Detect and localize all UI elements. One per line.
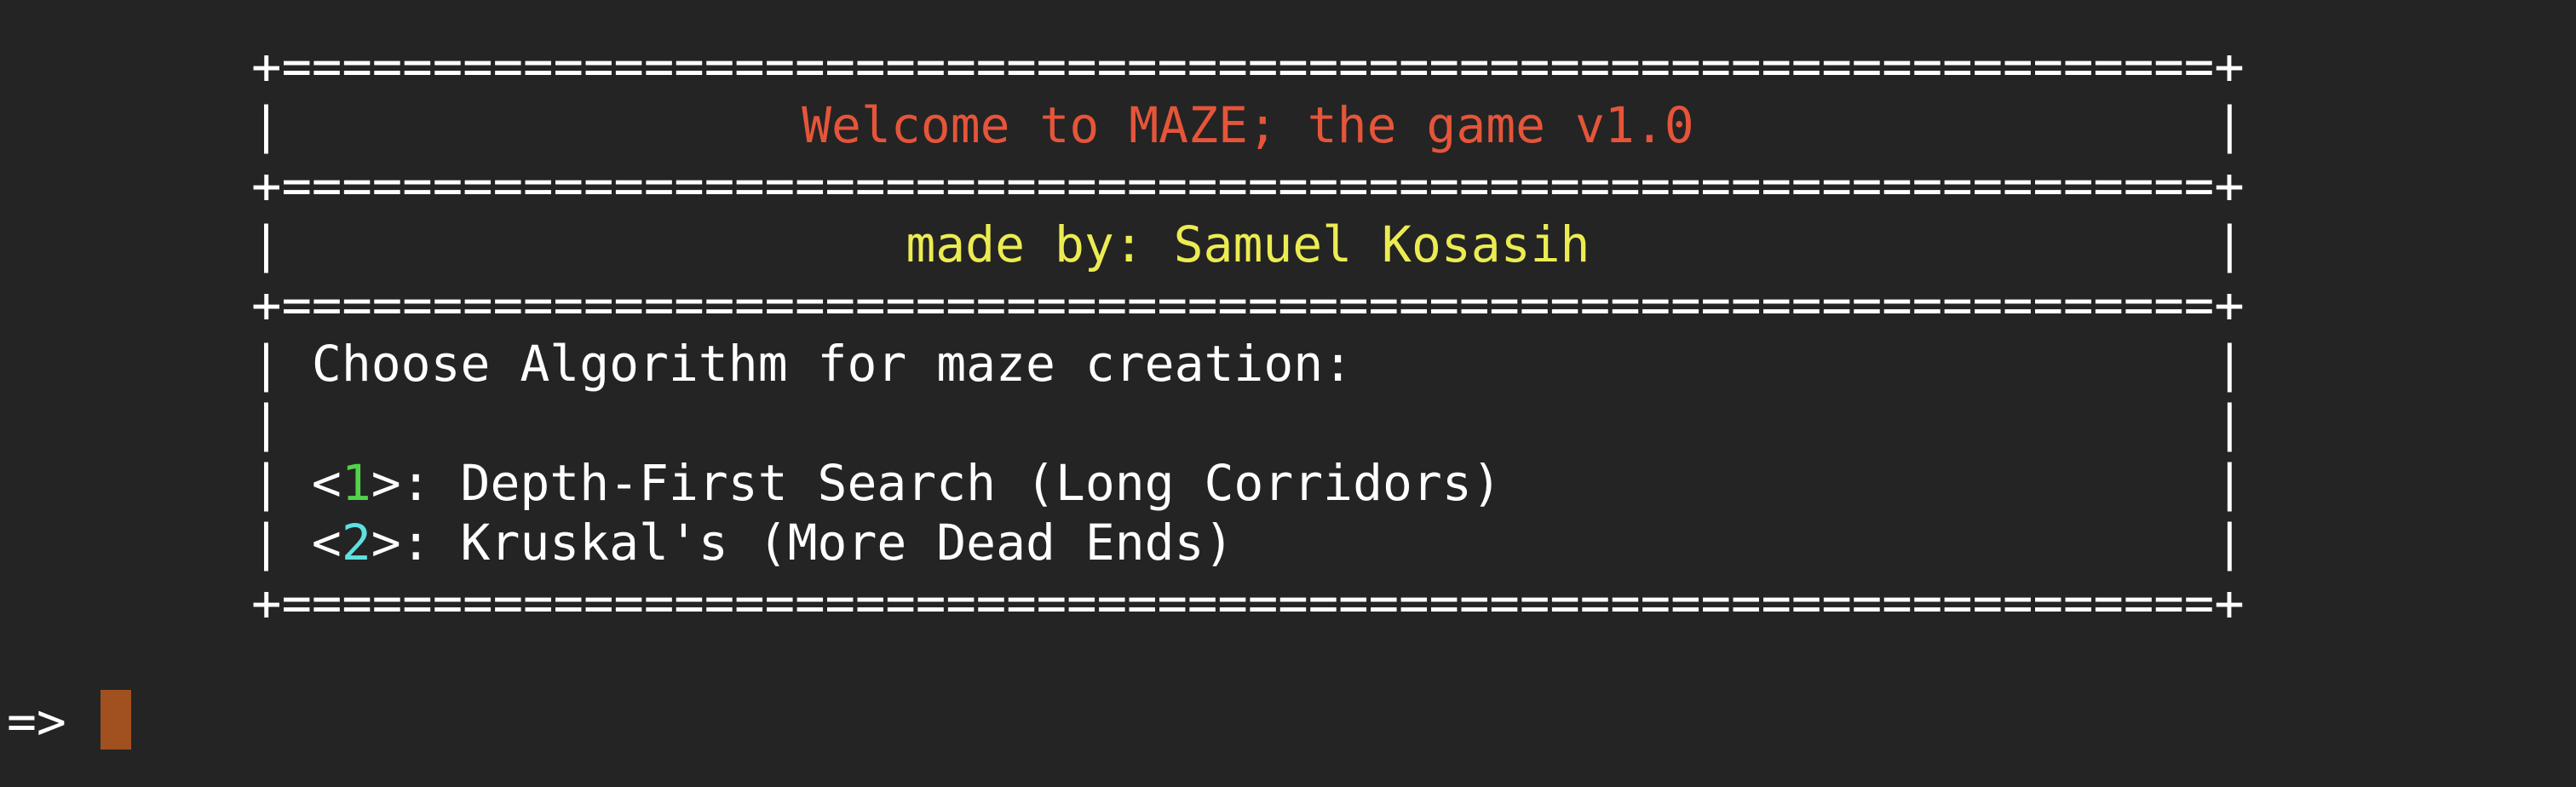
row-left-edge: | [251,335,281,393]
row-right-edge: | [2214,454,2245,512]
terminal-window: +=======================================… [0,0,2576,787]
row-left-edge: | [251,96,281,154]
box-border-bottom: +=======================================… [251,574,2245,632]
author-credit: made by: Samuel Kosasih [906,215,1590,273]
option-2-text: <2>: Kruskal's (More Dead Ends) [281,513,2215,572]
row-right-edge: | [2214,514,2245,572]
menu-heading-row: | Choose Algorithm for maze creation: | [251,334,2245,394]
box-border-top: +=======================================… [251,37,2245,95]
author-row: | made by: Samuel Kosasih | [251,215,2245,274]
row-left-edge: | [251,215,281,273]
option-1-text: <1>: Depth-First Search (Long Corridors) [281,453,2215,513]
row-right-edge: | [2214,96,2245,154]
box-border-title: +=======================================… [251,157,2245,215]
option-1-key: 1 [341,454,371,512]
option-1-open: < [311,454,342,512]
option-2-key: 2 [341,514,371,572]
row-right-edge: | [2214,215,2245,273]
option-2-label: : Kruskal's (More Dead Ends) [400,514,1234,572]
title-row: | Welcome to MAZE; the game v1.0 | [251,95,2245,155]
menu-option-2[interactable]: | <2>: Kruskal's (More Dead Ends) | [251,513,2245,572]
text-cursor[interactable] [101,690,131,750]
row-left-edge: | [251,394,281,452]
option-1-close: > [371,454,401,512]
row-right-edge: | [2214,394,2245,452]
row-right-edge: | [2214,335,2245,393]
row-left-edge: | [251,514,281,572]
game-title: Welcome to MAZE; the game v1.0 [802,96,1694,154]
input-prompt: => [7,692,66,750]
blank-row: | | [251,394,2245,453]
option-2-open: < [311,514,342,572]
option-2-close: > [371,514,401,572]
menu-option-1[interactable]: | <1>: Depth-First Search (Long Corridors… [251,453,2245,513]
menu-heading: Choose Algorithm for maze creation: [311,335,1354,393]
option-1-label: : Depth-First Search (Long Corridors) [400,454,1502,512]
box-border-author: +=======================================… [251,276,2245,334]
row-left-edge: | [251,454,281,512]
